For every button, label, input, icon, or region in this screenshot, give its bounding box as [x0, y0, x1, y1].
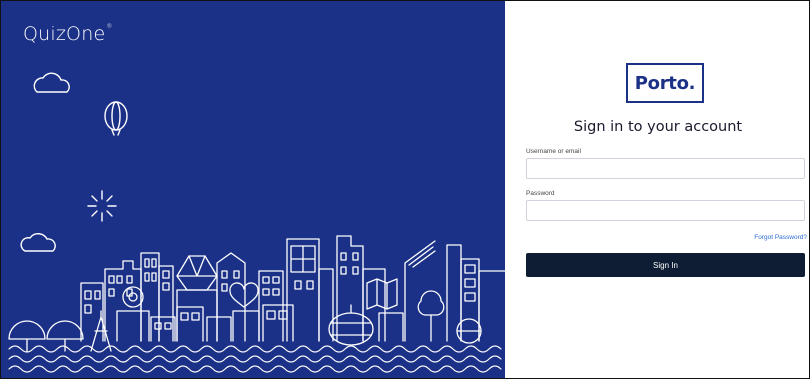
password-label: Password: [526, 190, 555, 197]
password-field[interactable]: [526, 200, 805, 221]
login-panel: Porto. Sign in to your account Username …: [505, 1, 809, 378]
cloud-icon: [20, 233, 56, 252]
heart-icon: [229, 282, 259, 308]
hot-air-balloon-icon: [104, 101, 128, 136]
page-frame: QuizOne® Porto. Sign in to your account …: [0, 0, 810, 379]
sign-in-button[interactable]: Sign In: [526, 253, 805, 277]
firework-icon: [87, 190, 117, 222]
porto-logo: Porto.: [626, 63, 704, 103]
username-label: Username or email: [526, 148, 581, 155]
porto-logo-text: Porto.: [634, 72, 696, 94]
forgot-password-link[interactable]: Forgot Password?: [754, 234, 807, 241]
city-illustration: [8, 72, 505, 373]
username-field[interactable]: [526, 158, 805, 179]
page-title: Sign in to your account: [573, 119, 743, 135]
water-waves: [8, 345, 502, 373]
cloud-icon: [33, 72, 70, 93]
hero-panel: QuizOne®: [1, 1, 505, 378]
